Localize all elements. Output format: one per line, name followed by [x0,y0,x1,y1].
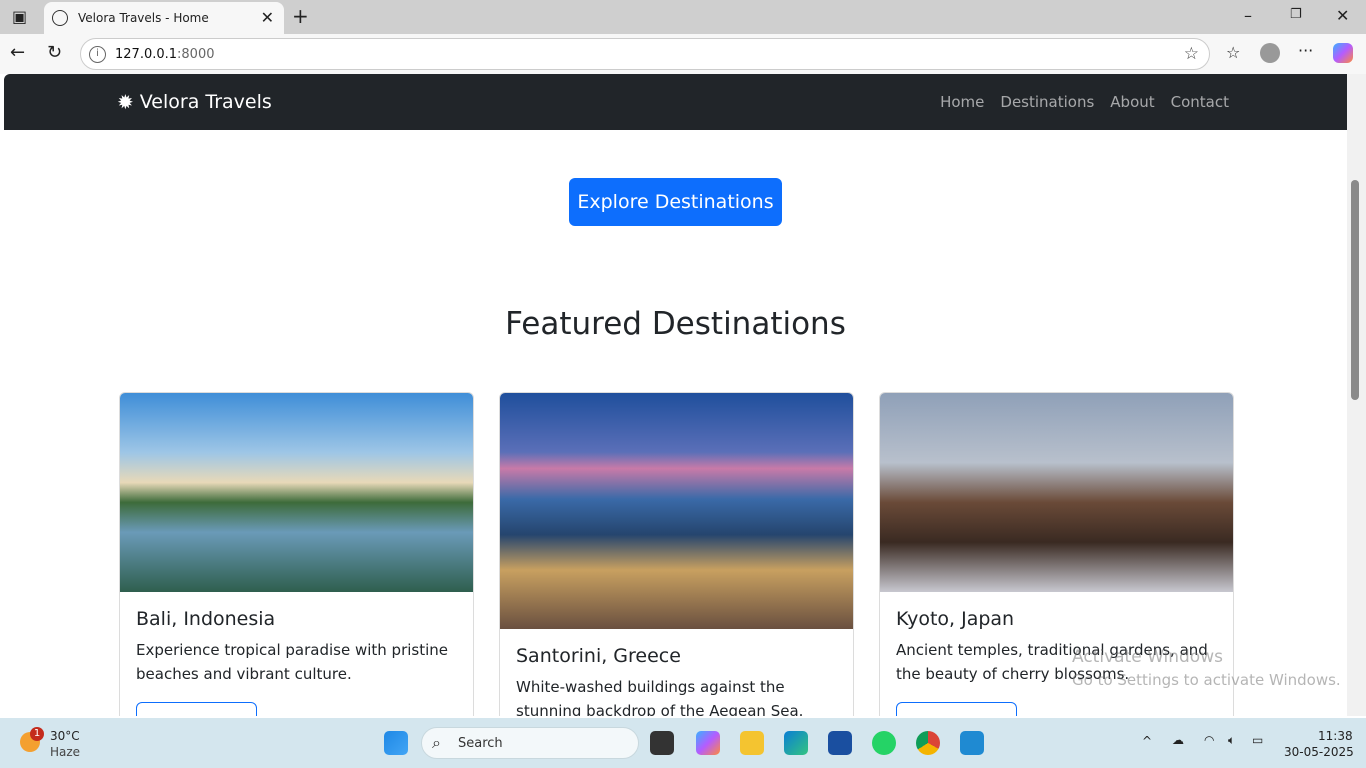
file-explorer-icon[interactable] [740,731,764,755]
nav-destinations[interactable]: Destinations [1000,93,1094,111]
page-viewport: ✹ Velora Travels Home Destinations About… [4,74,1347,716]
weather-text: Haze [50,745,81,759]
globe-icon [52,10,68,26]
start-icon[interactable] [384,731,408,755]
url-host: 127.0.0.1 [115,46,178,62]
search-icon: ⌕ [432,733,441,752]
card-title: Santorini, Greece [516,645,681,667]
clock-date[interactable]: 30-05-2025 [1284,745,1354,759]
scrollbar-thumb[interactable] [1351,180,1359,400]
more-icon[interactable]: ··· [1298,41,1313,60]
nav-about[interactable]: About [1110,93,1154,111]
tab-active[interactable]: Velora Travels - Home ✕ [44,2,284,34]
vscode-icon[interactable] [960,731,984,755]
wifi-icon[interactable]: ◠ [1204,733,1214,747]
watermark-title: Activate Windows [1072,647,1223,667]
restore-icon[interactable]: ❐ [1290,7,1302,22]
card-title: Kyoto, Japan [896,608,1015,630]
weather-temp: 30°C [50,729,80,743]
taskbar-search[interactable]: ⌕ Search [421,727,639,759]
address-bar-row: ← ↻ i 127.0.0.1:8000 ☆ ☆ ··· [0,34,1366,74]
edge-icon[interactable] [784,731,808,755]
volume-icon[interactable]: 🔈︎ [1228,733,1235,748]
battery-icon[interactable]: ▭ [1252,733,1263,747]
santorini-image [500,393,853,629]
tab-bar: ▣ Velora Travels - Home ✕ + – ❐ ✕ [0,0,1366,34]
profile-avatar[interactable] [1260,43,1280,63]
reload-icon[interactable]: ↻ [47,42,62,63]
destination-card: Santorini, Greece White-washed buildings… [499,392,854,716]
nav-home[interactable]: Home [940,93,984,111]
favorite-star-icon[interactable]: ☆ [1184,44,1199,64]
kyoto-image [880,393,1233,592]
weather-badge: 1 [30,727,44,741]
whatsapp-icon[interactable] [872,731,896,755]
info-icon[interactable]: i [89,46,106,63]
copilot-taskbar-icon[interactable] [696,731,720,755]
brand-link[interactable]: ✹ Velora Travels [117,90,272,114]
card-button[interactable] [896,702,1017,716]
card-title: Bali, Indonesia [136,608,276,630]
featured-heading: Featured Destinations [505,306,846,342]
tab-actions-icon[interactable]: ▣ [12,7,27,26]
card-button[interactable] [136,702,257,716]
new-tab-icon[interactable]: + [292,4,309,28]
destination-card: Bali, Indonesia Experience tropical para… [119,392,474,716]
watermark-sub: Go to Settings to activate Windows. [1072,671,1341,689]
chrome-icon[interactable] [916,731,940,755]
clock-time[interactable]: 11:38 [1318,729,1353,743]
brand-name: Velora Travels [139,91,272,113]
tab-title: Velora Travels - Home [78,11,209,25]
favorites-icon[interactable]: ☆ [1226,43,1240,62]
activation-watermark: Activate Windows Go to Settings to activ… [1072,646,1341,692]
sun-gear-icon: ✹ [117,90,134,114]
taskbar: 1 30°C Haze ⌕ Search ^ ☁ ◠ 🔈︎ ▭ 11:38 30… [0,718,1366,768]
task-view-icon[interactable] [650,731,674,755]
close-tab-icon[interactable]: ✕ [261,8,274,27]
store-icon[interactable] [828,731,852,755]
bali-image [120,393,473,592]
nav-contact[interactable]: Contact [1171,93,1229,111]
url-port: :8000 [177,46,215,62]
scrollbar[interactable] [1347,74,1366,716]
navbar: ✹ Velora Travels Home Destinations About… [4,74,1347,130]
copilot-icon[interactable] [1333,43,1353,63]
explore-destinations-button[interactable]: Explore Destinations [569,178,782,226]
card-text: Experience tropical paradise with pristi… [136,641,448,683]
tray-chevron-icon[interactable]: ^ [1142,734,1152,748]
back-icon[interactable]: ← [10,42,25,63]
close-window-icon[interactable]: ✕ [1336,6,1349,25]
url-input[interactable]: i 127.0.0.1:8000 ☆ [80,38,1210,70]
search-label: Search [458,735,503,751]
card-text: White-washed buildings against the stunn… [516,678,804,716]
onedrive-icon[interactable]: ☁ [1172,733,1184,747]
minimize-icon[interactable]: – [1244,6,1252,25]
